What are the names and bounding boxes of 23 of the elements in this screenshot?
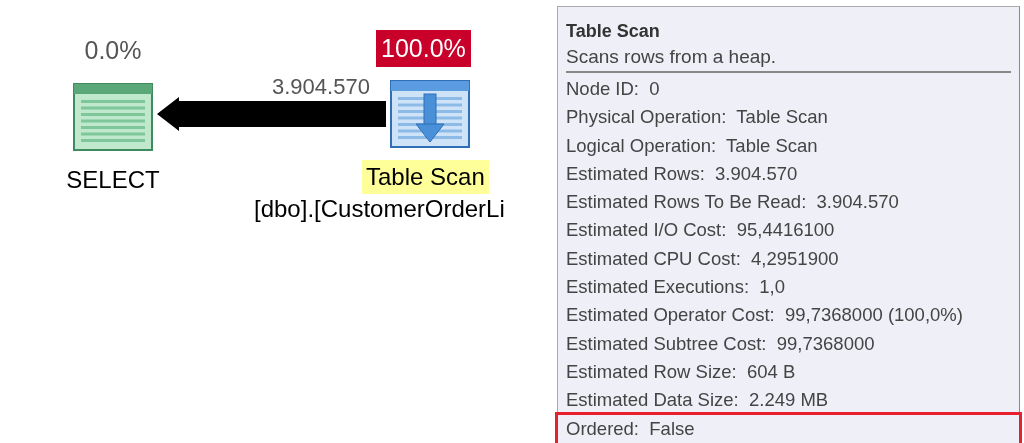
property-row-text: Estimated CPU Cost: 4,2951900: [566, 246, 840, 271]
property-row-text: Estimated Rows To Be Read: 3.904.570: [566, 190, 900, 215]
property-row-text: Estimated Operator Cost: 99,7368000 (100,0%): [566, 303, 964, 328]
row-count: 3.904.570: [272, 74, 370, 100]
property-row-text: Estimated Rows: 3.904.570: [566, 161, 799, 186]
property-row-text: Estimated I/O Cost: 95,4416100: [566, 218, 836, 243]
property-row-text: Estimated Executions: 1,0: [566, 275, 787, 300]
cost-percent: 100.0%: [376, 30, 471, 67]
property-row: Ordered: False: [558, 414, 1019, 443]
tooltip-description: Scans rows from a heap.: [566, 43, 1011, 73]
tooltip-title: Table Scan: [566, 20, 661, 43]
property-row-text: Node ID: 0: [566, 77, 661, 101]
operator-label: SELECT: [65, 165, 161, 195]
property-row-text: Estimated Row Size: 604 B: [566, 359, 797, 384]
object-name: [dbo].[CustomerOrderLi: [254, 194, 505, 224]
select-icon[interactable]: [73, 83, 153, 151]
property-row-text: Physical Operation: Table Scan: [566, 105, 829, 130]
property-row-text: Logical Operation: Table Scan: [566, 133, 819, 158]
operator-label: Table Scan: [362, 160, 489, 194]
cost-percent: 0.0%: [83, 35, 143, 66]
table-scan-icon[interactable]: [390, 80, 470, 148]
property-row-text: Estimated Subtree Cost: 99,7368000: [566, 331, 876, 356]
property-row-text: Estimated Data Size: 2.249 MB: [566, 388, 830, 413]
